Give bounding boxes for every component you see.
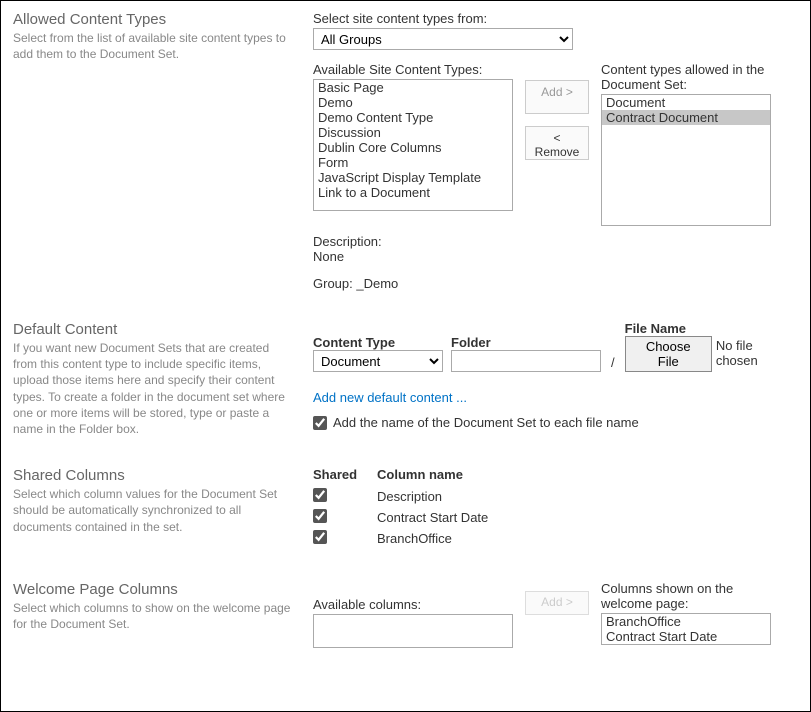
section-welcome-page-columns: Welcome Page Columns Select which column… bbox=[13, 581, 798, 648]
list-item[interactable]: Contract Document bbox=[602, 110, 770, 125]
list-item[interactable]: BranchOffice bbox=[602, 614, 770, 629]
welcome-add-button[interactable]: Add > bbox=[525, 591, 589, 615]
choose-file-button[interactable]: Choose File bbox=[625, 336, 712, 372]
column-name: BranchOffice bbox=[377, 531, 452, 546]
available-label: Available Site Content Types: bbox=[313, 62, 513, 77]
description-value: None bbox=[313, 249, 798, 264]
table-row: BranchOffice bbox=[313, 530, 798, 547]
default-content-desc: If you want new Document Sets that are c… bbox=[13, 340, 293, 437]
shared-columns-desc: Select which column values for the Docum… bbox=[13, 486, 293, 535]
section-shared-columns: Shared Columns Select which column value… bbox=[13, 467, 798, 551]
shown-columns-list[interactable]: BranchOfficeContract Start Date bbox=[601, 613, 771, 645]
table-row: Description bbox=[313, 488, 798, 505]
folder-header: Folder bbox=[451, 335, 601, 350]
list-item[interactable]: Discussion bbox=[314, 125, 512, 140]
list-item[interactable]: Demo bbox=[314, 95, 512, 110]
list-item[interactable]: Link to a Document bbox=[314, 185, 512, 200]
list-item[interactable]: Contract Start Date bbox=[602, 629, 770, 644]
allowed-desc: Select from the list of available site c… bbox=[13, 30, 293, 62]
section-allowed-content-types: Allowed Content Types Select from the li… bbox=[13, 11, 798, 291]
available-columns-label: Available columns: bbox=[313, 597, 513, 612]
file-name-header: File Name bbox=[625, 321, 798, 336]
shared-header-column-name: Column name bbox=[377, 467, 463, 482]
available-content-types-list[interactable]: Basic PageDemoDemo Content TypeDiscussio… bbox=[313, 79, 513, 211]
path-slash: / bbox=[609, 355, 617, 372]
folder-input[interactable] bbox=[451, 350, 601, 372]
allowed-title: Allowed Content Types bbox=[13, 11, 293, 28]
table-row: Contract Start Date bbox=[313, 509, 798, 526]
list-item[interactable]: JavaScript Display Template bbox=[314, 170, 512, 185]
shared-checkbox[interactable] bbox=[313, 530, 327, 544]
remove-button[interactable]: < Remove bbox=[525, 126, 589, 160]
welcome-desc: Select which columns to show on the welc… bbox=[13, 600, 293, 632]
groups-dropdown[interactable]: All Groups bbox=[313, 28, 573, 50]
content-type-select[interactable]: Document bbox=[313, 350, 443, 372]
content-type-header: Content Type bbox=[313, 335, 443, 350]
section-default-content: Default Content If you want new Document… bbox=[13, 321, 798, 437]
description-label: Description: bbox=[313, 234, 798, 249]
shown-columns-label: Columns shown on the welcome page: bbox=[601, 581, 781, 611]
welcome-title: Welcome Page Columns bbox=[13, 581, 293, 598]
allowed-content-types-list[interactable]: DocumentContract Document bbox=[601, 94, 771, 226]
shared-header-shared: Shared bbox=[313, 467, 377, 482]
add-name-checkbox[interactable] bbox=[313, 416, 327, 430]
column-name: Contract Start Date bbox=[377, 510, 488, 525]
list-item[interactable]: Form bbox=[314, 155, 512, 170]
available-columns-list[interactable] bbox=[313, 614, 513, 648]
shared-checkbox[interactable] bbox=[313, 488, 327, 502]
allowed-in-set-label: Content types allowed in the Document Se… bbox=[601, 62, 771, 92]
shared-checkbox[interactable] bbox=[313, 509, 327, 523]
shared-columns-title: Shared Columns bbox=[13, 467, 293, 484]
add-button[interactable]: Add > bbox=[525, 80, 589, 114]
column-name: Description bbox=[377, 489, 442, 504]
select-from-label: Select site content types from: bbox=[313, 11, 798, 26]
list-item[interactable]: Dublin Core Columns bbox=[314, 140, 512, 155]
add-name-label: Add the name of the Document Set to each… bbox=[333, 415, 639, 430]
list-item[interactable]: Demo Content Type bbox=[314, 110, 512, 125]
list-item[interactable]: Basic Page bbox=[314, 80, 512, 95]
list-item[interactable]: Document bbox=[602, 95, 770, 110]
file-status: No file chosen bbox=[712, 338, 798, 370]
add-default-content-link[interactable]: Add new default content ... bbox=[313, 390, 467, 405]
default-content-title: Default Content bbox=[13, 321, 293, 338]
group-label: Group: _Demo bbox=[313, 276, 798, 291]
